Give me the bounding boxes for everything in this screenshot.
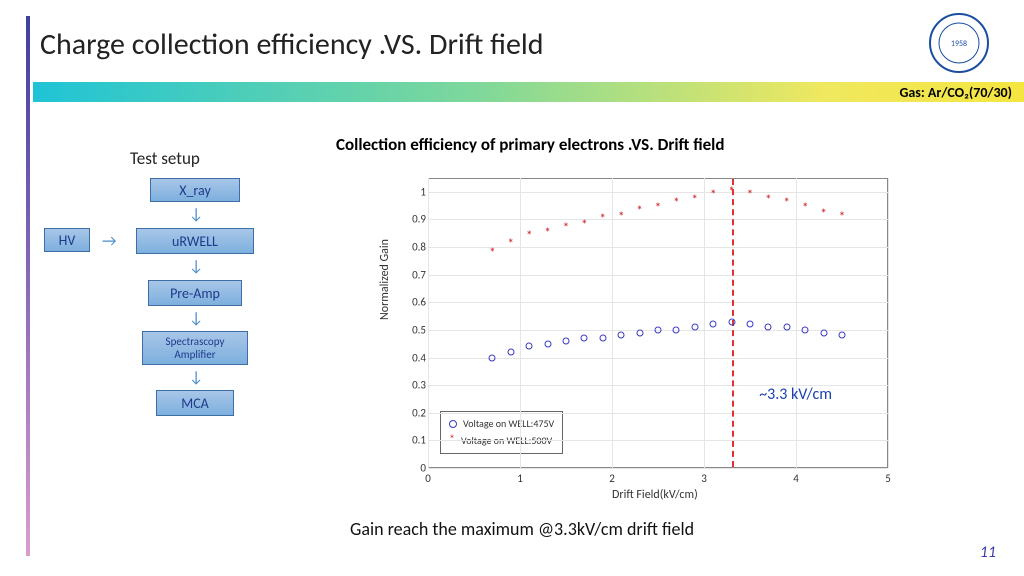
data-point bbox=[636, 329, 643, 336]
data-point bbox=[581, 335, 588, 342]
arrow-down-icon: ↓ bbox=[189, 309, 203, 328]
arrow-down-icon: ↓ bbox=[189, 368, 203, 387]
data-point: * bbox=[618, 210, 624, 224]
data-point: * bbox=[839, 210, 845, 224]
data-point bbox=[747, 321, 754, 328]
data-point: * bbox=[581, 218, 587, 232]
x-tick: 1 bbox=[517, 472, 523, 485]
x-axis-label: Drift Field(kV/cm) bbox=[612, 488, 698, 502]
flow-box-mca: MCA bbox=[156, 390, 234, 416]
data-point bbox=[820, 329, 827, 336]
data-point: * bbox=[747, 188, 753, 202]
data-point: * bbox=[637, 204, 643, 218]
accent-bar bbox=[26, 16, 30, 556]
y-axis-label: Normalized Gain bbox=[378, 239, 392, 320]
data-point bbox=[526, 343, 533, 350]
y-tick: 0.9 bbox=[412, 213, 426, 226]
legend-marker-circle-icon bbox=[449, 420, 457, 428]
gridline bbox=[796, 178, 797, 468]
gridline bbox=[428, 358, 888, 359]
flow-box-urwell: uRWELL bbox=[136, 228, 254, 254]
gridline bbox=[428, 413, 888, 414]
gridline bbox=[428, 275, 888, 276]
data-point bbox=[710, 321, 717, 328]
y-tick: 0.8 bbox=[412, 241, 426, 254]
data-point bbox=[765, 324, 772, 331]
data-point: * bbox=[655, 201, 661, 215]
x-tick: 3 bbox=[701, 472, 707, 485]
chart-caption: Gain reach the maximum @3.3kV/cm drift f… bbox=[350, 518, 694, 540]
arrow-down-icon: ↓ bbox=[189, 257, 203, 276]
data-point: * bbox=[526, 229, 532, 243]
data-point: * bbox=[489, 246, 495, 260]
arrow-down-icon: ↓ bbox=[189, 205, 203, 224]
y-tick: 0.4 bbox=[412, 351, 426, 364]
data-point: * bbox=[692, 193, 698, 207]
svg-text:1958: 1958 bbox=[951, 39, 967, 49]
data-point: * bbox=[673, 196, 679, 210]
info-band: Gas: Ar/CO₂(70/30) bbox=[33, 82, 1024, 102]
gridline bbox=[428, 468, 888, 469]
chart: Normalized Gain Drift Field(kV/cm) Volta… bbox=[380, 170, 900, 504]
flow-box-spectrascopy: Spectrascopy Amplifier bbox=[142, 331, 248, 365]
data-point: * bbox=[784, 196, 790, 210]
data-point: * bbox=[563, 221, 569, 235]
data-point bbox=[839, 332, 846, 339]
gridline bbox=[428, 302, 888, 303]
gridline bbox=[428, 178, 429, 468]
gas-label: Gas: Ar/CO₂(70/30) bbox=[899, 84, 1012, 101]
gridline bbox=[888, 178, 889, 468]
data-point bbox=[691, 324, 698, 331]
chart-legend: Voltage on WELL:475V *Voltage on WELL:50… bbox=[440, 411, 563, 454]
data-point bbox=[563, 337, 570, 344]
university-logo: 1958 bbox=[928, 12, 990, 74]
setup-heading: Test setup bbox=[130, 148, 200, 169]
x-tick: 5 bbox=[885, 472, 891, 485]
flow-box-hv: HV bbox=[44, 228, 90, 252]
y-tick: 0.5 bbox=[412, 323, 426, 336]
data-point bbox=[507, 349, 514, 356]
data-point: * bbox=[821, 207, 827, 221]
flow-box-xray: X_ray bbox=[150, 178, 240, 202]
x-tick: 2 bbox=[609, 472, 615, 485]
y-tick: 0.2 bbox=[412, 406, 426, 419]
page-title: Charge collection efficiency .VS. Drift … bbox=[40, 26, 544, 63]
gridline bbox=[520, 178, 521, 468]
gridline bbox=[704, 178, 705, 468]
data-point: * bbox=[508, 237, 514, 251]
legend-entry: Voltage on WELL:475V bbox=[463, 416, 554, 431]
y-tick: 0.1 bbox=[412, 434, 426, 447]
chart-title: Collection efficiency of primary electro… bbox=[336, 134, 724, 155]
x-tick: 4 bbox=[793, 472, 799, 485]
y-tick: 0.3 bbox=[412, 379, 426, 392]
page-number: 11 bbox=[980, 543, 996, 562]
data-point: * bbox=[545, 226, 551, 240]
data-point: * bbox=[710, 188, 716, 202]
gridline bbox=[428, 440, 888, 441]
data-point bbox=[618, 332, 625, 339]
data-point: * bbox=[765, 193, 771, 207]
data-point bbox=[489, 354, 496, 361]
chart-annotation: ~3.3 kV/cm bbox=[759, 385, 832, 404]
data-point: * bbox=[600, 212, 606, 226]
arrow-right-icon: → bbox=[102, 232, 116, 251]
data-point bbox=[673, 326, 680, 333]
y-tick: 0.6 bbox=[412, 296, 426, 309]
gridline bbox=[428, 247, 888, 248]
data-point bbox=[655, 326, 662, 333]
y-tick: 0.7 bbox=[412, 268, 426, 281]
data-point: * bbox=[802, 201, 808, 215]
y-tick: 0 bbox=[420, 462, 426, 475]
data-point bbox=[802, 326, 809, 333]
flow-box-preamp: Pre-Amp bbox=[148, 280, 242, 306]
y-tick: 1 bbox=[420, 185, 426, 198]
data-point: * bbox=[729, 185, 735, 199]
data-point bbox=[783, 324, 790, 331]
gridline bbox=[428, 192, 888, 193]
gridline bbox=[428, 219, 888, 220]
data-point bbox=[544, 340, 551, 347]
data-point bbox=[599, 335, 606, 342]
data-point bbox=[728, 318, 735, 325]
gridline bbox=[612, 178, 613, 468]
